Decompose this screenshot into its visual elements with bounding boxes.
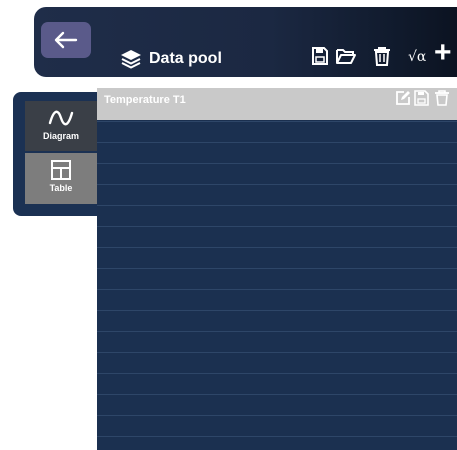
layers-icon bbox=[121, 50, 141, 69]
table-row bbox=[97, 163, 457, 164]
folder-open-icon[interactable] bbox=[335, 46, 357, 66]
table-row bbox=[97, 205, 457, 206]
diagram-view-button[interactable]: Diagram bbox=[25, 101, 97, 151]
edit-icon[interactable] bbox=[395, 90, 411, 106]
data-table-area bbox=[97, 90, 457, 450]
table-icon bbox=[51, 160, 71, 180]
table-view-button[interactable]: Table bbox=[25, 153, 97, 204]
table-row bbox=[97, 184, 457, 185]
diagram-label: Diagram bbox=[42, 131, 79, 141]
back-button[interactable] bbox=[41, 22, 91, 58]
table-row bbox=[97, 121, 457, 122]
trash-icon[interactable] bbox=[434, 90, 450, 106]
save-icon[interactable] bbox=[311, 46, 329, 66]
table-row bbox=[97, 331, 457, 332]
table-row bbox=[97, 289, 457, 290]
arrow-left-icon bbox=[54, 31, 78, 49]
add-button[interactable]: + bbox=[434, 38, 452, 68]
save-icon[interactable] bbox=[414, 90, 429, 106]
table-row bbox=[97, 310, 457, 311]
page-title-group: Data pool bbox=[119, 47, 222, 71]
table-row bbox=[97, 415, 457, 416]
table-row bbox=[97, 373, 457, 374]
table-row bbox=[97, 268, 457, 269]
table-row bbox=[97, 352, 457, 353]
series-title: Temperature T1 bbox=[104, 94, 186, 106]
table-row bbox=[97, 394, 457, 395]
table-row bbox=[97, 436, 457, 437]
sine-wave-icon bbox=[48, 110, 74, 126]
table-row bbox=[97, 142, 457, 143]
table-label: Table bbox=[49, 183, 73, 193]
top-toolbar bbox=[34, 7, 457, 77]
table-row bbox=[97, 226, 457, 227]
trash-icon[interactable] bbox=[373, 46, 391, 66]
table-row bbox=[97, 247, 457, 248]
formula-button[interactable]: √α bbox=[408, 49, 426, 65]
page-title: Data pool bbox=[149, 50, 222, 67]
